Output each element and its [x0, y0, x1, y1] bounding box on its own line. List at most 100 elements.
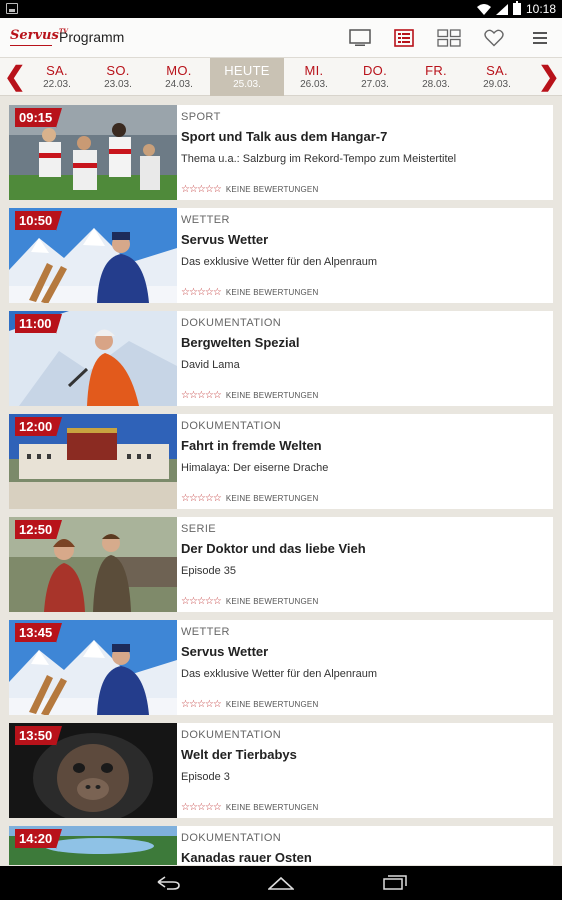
wifi-icon [476, 3, 491, 15]
program-time-badge: 12:00 [15, 417, 63, 437]
day-tab-22.03.[interactable]: SA. 22.03. [27, 58, 87, 96]
day-date: 29.03. [483, 79, 511, 90]
day-tab-28.03.[interactable]: FR. 28.03. [406, 58, 466, 96]
gallery-notification-icon [6, 3, 18, 14]
program-thumbnail[interactable]: 12:50 [9, 517, 177, 612]
rating-label: KEINE BEWERTUNGEN [225, 494, 319, 503]
rating-label: KEINE BEWERTUNGEN [225, 185, 319, 194]
star-rating-icon[interactable]: ☆☆☆☆☆ [181, 493, 222, 504]
day-name: MO. [166, 63, 192, 78]
recent-apps-button[interactable] [381, 873, 409, 893]
program-card[interactable]: 12:50 SERIE Der Doktor und das liebe Vieh E… [9, 517, 553, 612]
day-date: 25.03. [233, 79, 261, 90]
day-name: SA. [46, 63, 68, 78]
back-icon [157, 876, 180, 890]
program-thumbnail[interactable]: 13:45 [9, 620, 177, 715]
favorites-button[interactable] [480, 24, 508, 52]
signal-icon [495, 3, 508, 15]
star-rating-icon[interactable]: ☆☆☆☆☆ [181, 699, 222, 710]
day-tab-23.03.[interactable]: SO. 23.03. [88, 58, 148, 96]
program-card[interactable]: 09:15 SPORT Sport und Talk aus dem Hangar-… [9, 105, 553, 200]
program-card[interactable]: 14:20DOKUMENTATIONKanadas rauer Osten☆☆☆… [9, 826, 553, 865]
day-tab-27.03.[interactable]: DO. 27.03. [345, 58, 405, 96]
day-name: SA. [486, 63, 508, 78]
day-name: MI. [304, 63, 324, 78]
list-view-icon [394, 29, 414, 47]
grid-view-icon [437, 29, 461, 47]
day-date: 23.03. [104, 79, 132, 90]
clock: 10:18 [525, 2, 556, 16]
program-card[interactable]: 13:45 WETTER Servus Wetter Das exklusive We… [9, 620, 553, 715]
program-info: SPORT Sport und Talk aus dem Hangar-7 Them… [181, 105, 547, 200]
program-list[interactable]: 09:15 SPORT Sport und Talk aus dem Hangar-… [0, 97, 562, 865]
rating[interactable]: ☆☆☆☆☆ KEINE BEWERTUNGEN [181, 287, 318, 298]
program-thumbnail[interactable]: 14:20 [9, 826, 177, 865]
day-tab-26.03.[interactable]: MI. 26.03. [284, 58, 344, 96]
star-rating-icon[interactable]: ☆☆☆☆☆ [181, 390, 222, 401]
program-thumbnail[interactable]: 12:00 [9, 414, 177, 509]
logo-underline [10, 45, 52, 46]
grid-view-button[interactable] [435, 24, 463, 52]
program-title: Servus Wetter [181, 232, 269, 247]
day-date: 28.03. [422, 79, 450, 90]
home-button[interactable] [267, 873, 295, 893]
star-rating-icon[interactable]: ☆☆☆☆☆ [181, 287, 222, 298]
rating[interactable]: ☆☆☆☆☆ KEINE BEWERTUNGEN [181, 493, 318, 504]
rating-label: KEINE BEWERTUNGEN [225, 597, 319, 606]
rating[interactable]: ☆☆☆☆☆ KEINE BEWERTUNGEN [181, 390, 318, 401]
program-subtitle: Himalaya: Der eiserne Drache [181, 462, 329, 474]
program-title: Der Doktor und das liebe Vieh [181, 541, 366, 556]
recent-apps-icon [383, 875, 407, 890]
program-info: WETTER Servus Wetter Das exklusive Wetter … [181, 620, 547, 715]
day-date: 24.03. [165, 79, 193, 90]
rating[interactable]: ☆☆☆☆☆ KEINE BEWERTUNGEN [181, 596, 318, 607]
home-icon [268, 876, 294, 890]
program-card[interactable]: 11:00 DOKUMENTATION Bergwelten Spezial Davi… [9, 311, 553, 406]
program-category: DOKUMENTATION [181, 317, 282, 329]
star-rating-icon[interactable]: ☆☆☆☆☆ [181, 596, 222, 607]
logo-text: Servus [10, 28, 59, 43]
program-subtitle: David Lama [181, 359, 240, 371]
program-category: SERIE [181, 523, 217, 535]
program-info: WETTER Servus Wetter Das exklusive Wetter … [181, 208, 547, 303]
previous-day-arrow-icon[interactable]: ❮ [4, 61, 26, 92]
back-button[interactable] [154, 873, 182, 893]
day-name: DO. [362, 63, 387, 78]
day-tab-29.03.[interactable]: SA. 29.03. [467, 58, 527, 96]
program-subtitle: Das exklusive Wetter für den Alpenraum [181, 256, 378, 268]
date-selector: ❮ SA. 22.03. SO. 23.03. MO. 24.03. HEUTE 25.03.… [0, 58, 562, 96]
star-rating-icon[interactable]: ☆☆☆☆☆ [181, 184, 222, 195]
app-bar: ServusTV Programm [0, 18, 562, 58]
program-time-badge: 13:50 [15, 726, 63, 746]
program-thumbnail[interactable]: 13:50 [9, 723, 177, 818]
rating[interactable]: ☆☆☆☆☆ KEINE BEWERTUNGEN [181, 699, 318, 710]
rating-label: KEINE BEWERTUNGEN [225, 288, 319, 297]
program-thumbnail[interactable]: 10:50 [9, 208, 177, 303]
program-category: SPORT [181, 111, 221, 123]
day-tab-today[interactable]: HEUTE 25.03. [210, 58, 284, 96]
rating-label: KEINE BEWERTUNGEN [225, 700, 319, 709]
program-card[interactable]: 10:50 WETTER Servus Wetter Das exklusive We… [9, 208, 553, 303]
program-info: DOKUMENTATION Welt der Tierbabys Episode 3… [181, 723, 547, 818]
heart-icon [484, 29, 504, 47]
program-subtitle: Episode 35 [181, 565, 237, 577]
program-info: SERIE Der Doktor und das liebe Vieh Episod… [181, 517, 547, 612]
rating[interactable]: ☆☆☆☆☆ KEINE BEWERTUNGEN [181, 184, 318, 195]
program-info: DOKUMENTATION Bergwelten Spezial David Lam… [181, 311, 547, 406]
menu-button[interactable] [526, 24, 554, 52]
day-tab-24.03.[interactable]: MO. 24.03. [149, 58, 209, 96]
program-card[interactable]: 13:50 DOKUMENTATION Welt der Tierbabys Epis… [9, 723, 553, 818]
tv-live-button[interactable] [346, 24, 374, 52]
program-time-badge: 09:15 [15, 108, 63, 128]
next-day-arrow-icon[interactable]: ❯ [538, 61, 560, 92]
list-view-button[interactable] [390, 24, 418, 52]
program-time-badge: 12:50 [15, 520, 63, 540]
program-time-badge: 13:45 [15, 623, 63, 643]
program-time-badge: 14:20 [15, 829, 63, 849]
star-rating-icon[interactable]: ☆☆☆☆☆ [181, 802, 222, 813]
program-thumbnail[interactable]: 11:00 [9, 311, 177, 406]
program-card[interactable]: 12:00 DOKUMENTATION Fahrt in fremde Welten… [9, 414, 553, 509]
rating[interactable]: ☆☆☆☆☆ KEINE BEWERTUNGEN [181, 802, 318, 813]
program-thumbnail[interactable]: 09:15 [9, 105, 177, 200]
tv-icon [349, 29, 371, 46]
